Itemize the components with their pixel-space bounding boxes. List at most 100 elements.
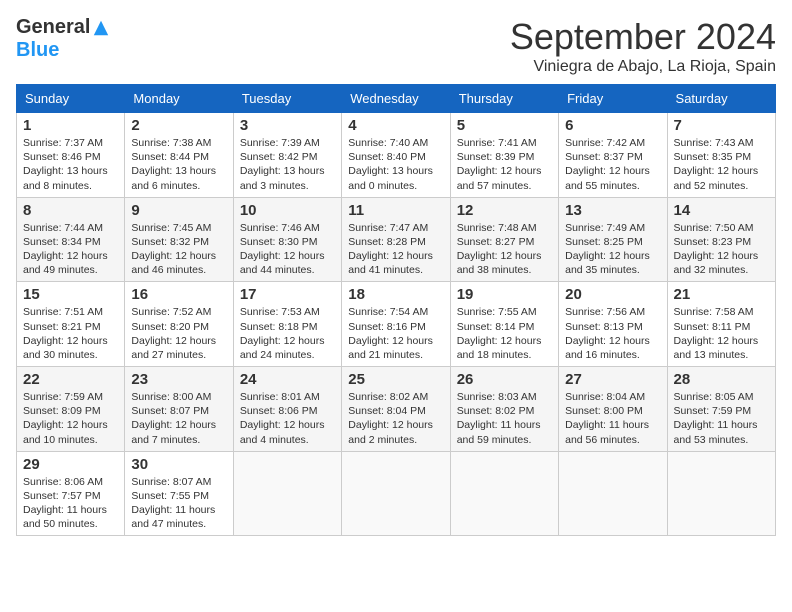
calendar-cell: 2 Sunrise: 7:38 AMSunset: 8:44 PMDaylight… (125, 113, 233, 198)
calendar-header-tuesday: Tuesday (233, 85, 341, 113)
day-info: Sunrise: 7:53 AMSunset: 8:18 PMDaylight:… (240, 305, 335, 362)
calendar-week-row: 8Sunrise: 7:44 AMSunset: 8:34 PMDaylight… (17, 197, 776, 282)
day-info: Sunrise: 7:47 AMSunset: 8:28 PMDaylight:… (348, 221, 443, 278)
day-number: 3 (240, 117, 335, 134)
day-number: 16 (131, 286, 226, 303)
calendar-table: SundayMondayTuesdayWednesdayThursdayFrid… (16, 84, 776, 536)
calendar-cell: 11 Sunrise: 7:47 AMSunset: 8:28 PMDayligh… (342, 197, 450, 282)
day-number: 15 (23, 286, 118, 303)
day-info: Sunrise: 7:41 AMSunset: 8:39 PMDaylight:… (457, 136, 552, 193)
day-info: Sunrise: 7:39 AMSunset: 8:42 PMDaylight:… (240, 136, 335, 193)
day-number: 29 (23, 456, 118, 473)
day-info: Sunrise: 7:56 AMSunset: 8:13 PMDaylight:… (565, 305, 660, 362)
day-number: 21 (674, 286, 769, 303)
day-info: Sunrise: 8:07 AMSunset: 7:55 PMDaylight:… (131, 475, 226, 532)
calendar-cell: 5 Sunrise: 7:41 AMSunset: 8:39 PMDaylight… (450, 113, 558, 198)
day-number: 10 (240, 202, 335, 219)
calendar-cell: 3 Sunrise: 7:39 AMSunset: 8:42 PMDaylight… (233, 113, 341, 198)
calendar-cell: 16 Sunrise: 7:52 AMSunset: 8:20 PMDayligh… (125, 282, 233, 367)
day-number: 14 (674, 202, 769, 219)
day-number: 24 (240, 371, 335, 388)
calendar-header-saturday: Saturday (667, 85, 775, 113)
day-number: 28 (674, 371, 769, 388)
day-info: Sunrise: 7:59 AMSunset: 8:09 PMDaylight:… (23, 390, 118, 447)
calendar-cell: 23Sunrise: 8:00 AMSunset: 8:07 PMDayligh… (125, 367, 233, 452)
day-info: Sunrise: 7:54 AMSunset: 8:16 PMDaylight:… (348, 305, 443, 362)
day-number: 7 (674, 117, 769, 134)
calendar-cell: 29 Sunrise: 8:06 AMSunset: 7:57 PMDayligh… (17, 451, 125, 536)
logo-general: General (16, 16, 90, 39)
calendar-cell: 4 Sunrise: 7:40 AMSunset: 8:40 PMDaylight… (342, 113, 450, 198)
day-info: Sunrise: 7:52 AMSunset: 8:20 PMDaylight:… (131, 305, 226, 362)
calendar-header-monday: Monday (125, 85, 233, 113)
day-info: Sunrise: 8:00 AMSunset: 8:07 PMDaylight:… (131, 390, 226, 447)
calendar-cell (450, 451, 558, 536)
day-info: Sunrise: 8:01 AMSunset: 8:06 PMDaylight:… (240, 390, 335, 447)
logo: General Blue (16, 16, 110, 62)
day-number: 12 (457, 202, 552, 219)
day-info: Sunrise: 7:43 AMSunset: 8:35 PMDaylight:… (674, 136, 769, 193)
day-info: Sunrise: 8:04 AMSunset: 8:00 PMDaylight:… (565, 390, 660, 447)
calendar-cell: 1Sunrise: 7:37 AMSunset: 8:46 PMDaylight… (17, 113, 125, 198)
day-number: 20 (565, 286, 660, 303)
day-number: 17 (240, 286, 335, 303)
day-number: 9 (131, 202, 226, 219)
day-number: 18 (348, 286, 443, 303)
calendar-header-friday: Friday (559, 85, 667, 113)
day-number: 8 (23, 202, 118, 219)
day-number: 19 (457, 286, 552, 303)
day-number: 27 (565, 371, 660, 388)
day-number: 25 (348, 371, 443, 388)
calendar-week-row: 29 Sunrise: 8:06 AMSunset: 7:57 PMDayligh… (17, 451, 776, 536)
day-info: Sunrise: 7:45 AMSunset: 8:32 PMDaylight:… (131, 221, 226, 278)
day-number: 4 (348, 117, 443, 134)
day-info: Sunrise: 7:42 AMSunset: 8:37 PMDaylight:… (565, 136, 660, 193)
month-title: September 2024 (510, 16, 776, 58)
day-number: 6 (565, 117, 660, 134)
calendar-cell: 24 Sunrise: 8:01 AMSunset: 8:06 PMDayligh… (233, 367, 341, 452)
day-info: Sunrise: 7:46 AMSunset: 8:30 PMDaylight:… (240, 221, 335, 278)
day-number: 22 (23, 371, 118, 388)
calendar-week-row: 22 Sunrise: 7:59 AMSunset: 8:09 PMDayligh… (17, 367, 776, 452)
calendar-cell: 12 Sunrise: 7:48 AMSunset: 8:27 PMDayligh… (450, 197, 558, 282)
calendar-header-wednesday: Wednesday (342, 85, 450, 113)
day-number: 11 (348, 202, 443, 219)
day-info: Sunrise: 7:48 AMSunset: 8:27 PMDaylight:… (457, 221, 552, 278)
day-number: 26 (457, 371, 552, 388)
calendar-cell: 21 Sunrise: 7:58 AMSunset: 8:11 PMDayligh… (667, 282, 775, 367)
day-info: Sunrise: 7:50 AMSunset: 8:23 PMDaylight:… (674, 221, 769, 278)
day-info: Sunrise: 7:58 AMSunset: 8:11 PMDaylight:… (674, 305, 769, 362)
location: Viniegra de Abajo, La Rioja, Spain (510, 58, 776, 76)
calendar-week-row: 1Sunrise: 7:37 AMSunset: 8:46 PMDaylight… (17, 113, 776, 198)
calendar-cell: 9 Sunrise: 7:45 AMSunset: 8:32 PMDaylight… (125, 197, 233, 282)
calendar-header-thursday: Thursday (450, 85, 558, 113)
day-info: Sunrise: 7:55 AMSunset: 8:14 PMDaylight:… (457, 305, 552, 362)
calendar-cell (342, 451, 450, 536)
calendar-header-row: SundayMondayTuesdayWednesdayThursdayFrid… (17, 85, 776, 113)
calendar-cell: 19 Sunrise: 7:55 AMSunset: 8:14 PMDayligh… (450, 282, 558, 367)
page-header: General Blue September 2024 Viniegra de … (16, 16, 776, 76)
calendar-week-row: 15Sunrise: 7:51 AMSunset: 8:21 PMDayligh… (17, 282, 776, 367)
calendar-cell: 14 Sunrise: 7:50 AMSunset: 8:23 PMDayligh… (667, 197, 775, 282)
calendar-cell: 30Sunrise: 8:07 AMSunset: 7:55 PMDayligh… (125, 451, 233, 536)
day-number: 5 (457, 117, 552, 134)
logo-blue: Blue (16, 39, 59, 62)
day-info: Sunrise: 8:03 AMSunset: 8:02 PMDaylight:… (457, 390, 552, 447)
calendar-cell: 28Sunrise: 8:05 AMSunset: 7:59 PMDayligh… (667, 367, 775, 452)
calendar-cell: 7 Sunrise: 7:43 AMSunset: 8:35 PMDaylight… (667, 113, 775, 198)
calendar-cell: 27 Sunrise: 8:04 AMSunset: 8:00 PMDayligh… (559, 367, 667, 452)
calendar-cell: 13Sunrise: 7:49 AMSunset: 8:25 PMDayligh… (559, 197, 667, 282)
day-info: Sunrise: 7:38 AMSunset: 8:44 PMDaylight:… (131, 136, 226, 193)
calendar-cell: 17 Sunrise: 7:53 AMSunset: 8:18 PMDayligh… (233, 282, 341, 367)
day-info: Sunrise: 8:02 AMSunset: 8:04 PMDaylight:… (348, 390, 443, 447)
calendar-cell: 26 Sunrise: 8:03 AMSunset: 8:02 PMDayligh… (450, 367, 558, 452)
calendar-cell (667, 451, 775, 536)
day-info: Sunrise: 7:37 AMSunset: 8:46 PMDaylight:… (23, 136, 118, 193)
day-number: 2 (131, 117, 226, 134)
calendar-cell (233, 451, 341, 536)
day-info: Sunrise: 7:40 AMSunset: 8:40 PMDaylight:… (348, 136, 443, 193)
calendar-cell (559, 451, 667, 536)
day-info: Sunrise: 8:06 AMSunset: 7:57 PMDaylight:… (23, 475, 118, 532)
calendar-cell: 6 Sunrise: 7:42 AMSunset: 8:37 PMDaylight… (559, 113, 667, 198)
calendar-cell: 25 Sunrise: 8:02 AMSunset: 8:04 PMDayligh… (342, 367, 450, 452)
